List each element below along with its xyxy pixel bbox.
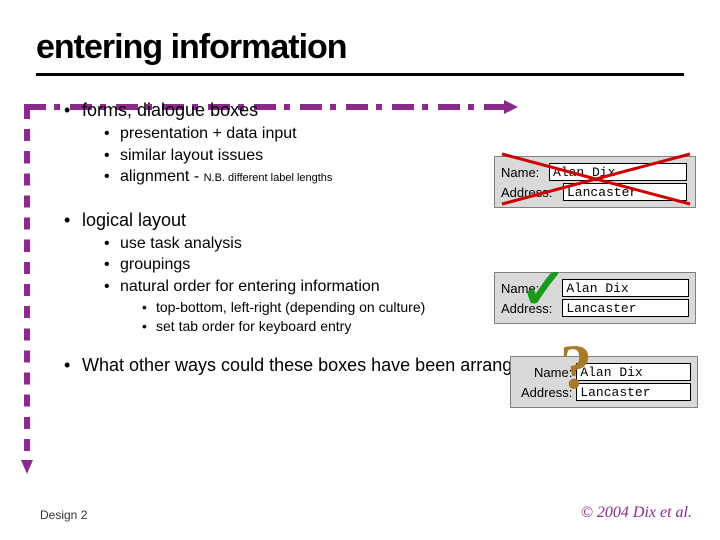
bullet-text: forms, dialogue boxes: [82, 100, 258, 120]
footer-left: Design 2: [40, 508, 87, 522]
name-input[interactable]: Alan Dix: [549, 163, 687, 181]
address-label: Address:: [501, 185, 563, 200]
subbullet: use task analysis: [104, 233, 684, 255]
bullet-text: logical layout: [82, 210, 186, 230]
footer-right: © 2004 Dix et al.: [581, 504, 692, 522]
name-label: Name:: [517, 365, 576, 380]
address-input[interactable]: Lancaster: [562, 299, 689, 317]
name-label: Name:: [501, 281, 562, 296]
address-label: Address:: [501, 301, 562, 316]
subbullet: presentation + data input: [104, 123, 684, 145]
slide-content: forms, dialogue boxes presentation + dat…: [64, 100, 684, 376]
name-input[interactable]: Alan Dix: [576, 363, 691, 381]
address-input[interactable]: Lancaster: [563, 183, 687, 201]
slide-title: entering information: [36, 28, 684, 67]
subbullet-note: N.B. different label lengths: [204, 172, 333, 184]
form-example-alt: Name: Alan Dix Address: Lancaster: [510, 356, 698, 408]
form-example-bad: Name: Alan Dix Address: Lancaster: [494, 156, 696, 208]
decorative-line-left: [24, 108, 30, 460]
name-input[interactable]: Alan Dix: [562, 279, 689, 297]
subbullet-text: natural order for entering information: [120, 278, 380, 295]
address-label: Address:: [517, 385, 576, 400]
title-underline: [36, 73, 684, 76]
form-example-good: Name: Alan Dix Address: Lancaster: [494, 272, 696, 324]
name-label: Name:: [501, 165, 549, 180]
decorative-arrow-bottom: [21, 460, 33, 474]
subbullet-text: alignment -: [120, 168, 204, 185]
address-input[interactable]: Lancaster: [576, 383, 691, 401]
